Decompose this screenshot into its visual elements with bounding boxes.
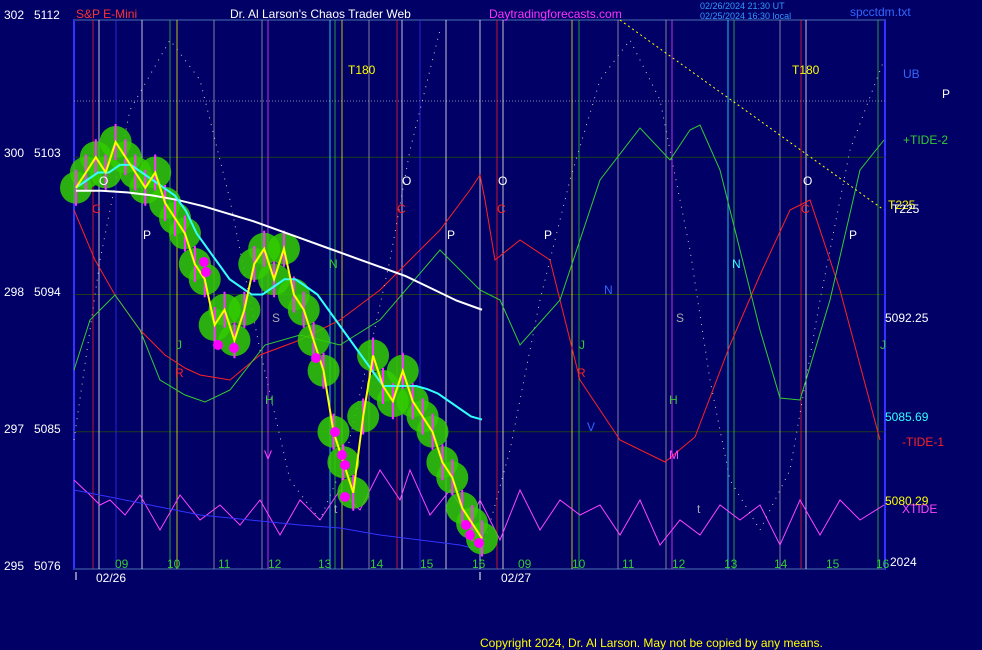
marker-o: O (803, 174, 812, 188)
top-left-scale: 302 (4, 8, 24, 22)
dotted-cycle-2 (479, 39, 885, 561)
hour-tick-label: 16 (472, 557, 486, 571)
marker-c: C (397, 202, 406, 216)
marker-t: t (334, 502, 338, 516)
hour-tick-label: 10 (167, 557, 181, 571)
p-label: P (942, 87, 950, 101)
signal-dot (340, 460, 350, 470)
site-label: Daytradingforecasts.com (489, 7, 622, 21)
marker-v: V (587, 420, 595, 434)
signal-dot (201, 267, 211, 277)
marker-o: O (498, 174, 507, 188)
signal-dot (465, 530, 475, 540)
signal-dot (474, 538, 484, 548)
signal-dot (213, 340, 223, 350)
top-left-price: 5112 (34, 8, 60, 22)
marker-c: C (92, 202, 101, 216)
marker-r: R (577, 366, 586, 380)
file-label: spcctdm.txt (850, 5, 911, 19)
scale-label: 300 (4, 146, 24, 160)
marker-n: N (329, 257, 338, 271)
price-line (75, 139, 483, 540)
price-label: 5094 (34, 285, 61, 299)
chart-title: Dr. Al Larson's Chaos Trader Web (230, 7, 411, 21)
t225-trend-line (619, 19, 885, 211)
hour-tick-label: 15 (420, 557, 434, 571)
marker-m: M (669, 448, 679, 462)
price-halo (60, 126, 498, 555)
marker-o: O (402, 174, 411, 188)
marker-j: J (579, 338, 585, 352)
scale-label: 298 (4, 285, 24, 299)
price-label: 5076 (34, 559, 61, 573)
hour-tick-label: 15 (826, 557, 840, 571)
marker-o: O (99, 174, 108, 188)
marker-r: R (175, 366, 184, 380)
price-label-1: 5092.25 (885, 311, 929, 325)
date-label: 02/26 (96, 571, 126, 585)
hour-tick-label: 10 (572, 557, 586, 571)
hour-tick-label: 11 (218, 557, 231, 571)
tide2-label: +TIDE-2 (903, 133, 948, 147)
signal-dot (199, 257, 209, 267)
scale-label: 297 (4, 422, 24, 436)
marker-p: P (447, 228, 455, 242)
price-label: 5085 (34, 422, 61, 436)
hour-tick-label: 16 (876, 557, 890, 571)
hour-tick-label: 12 (268, 557, 282, 571)
marker-s: S (272, 311, 280, 325)
signal-dot (311, 353, 321, 363)
marker-h: H (265, 393, 274, 407)
t180-label-2: T180 (792, 63, 820, 77)
marker-n: N (604, 283, 613, 297)
marker-h: H (669, 393, 678, 407)
chart-canvas: 302 5112 S&P E-Mini Dr. Al Larson's Chao… (4, 1, 950, 650)
timestamp-local: 02/25/2024 16:30 local (700, 11, 791, 21)
copyright: Copyright 2024, Dr. Al Larson. May not b… (480, 636, 823, 650)
hour-tick-label: 09 (115, 557, 129, 571)
hour-tick-label: 09 (518, 557, 532, 571)
right-labels: UB P +TIDE-2 T225 T225 5092.25 5085.69 -… (885, 67, 950, 569)
price-series (75, 139, 483, 540)
tide1-label: -TIDE-1 (902, 435, 944, 449)
marker-c: C (497, 202, 506, 216)
hour-tick-label: 11 (622, 557, 635, 571)
signal-dot (461, 520, 471, 530)
price-label-2: 5085.69 (885, 410, 929, 424)
hour-tick-label: 12 (672, 557, 686, 571)
signal-dot (337, 450, 347, 460)
hour-tick-label: 14 (370, 557, 384, 571)
marker-s: S (676, 311, 684, 325)
marker-p: P (849, 228, 857, 242)
t180-label: T180 (348, 63, 376, 77)
price-label: 5103 (34, 146, 61, 160)
symbol-label: S&P E-Mini (76, 7, 137, 21)
signal-dot (330, 427, 340, 437)
marker-p: P (544, 228, 552, 242)
hour-tick-label: 14 (774, 557, 788, 571)
marker-c: C (801, 202, 810, 216)
left-axis: 300 5103 298 5094 297 5085 295 5076 (4, 146, 61, 573)
timestamp-ut: 02/26/2024 21:30 UT (700, 1, 785, 11)
ub-label: UB (903, 67, 920, 81)
xtide-label: XTIDE (902, 502, 937, 516)
signal-dot (229, 343, 239, 353)
marker-j: J (880, 338, 886, 352)
signal-dot (340, 492, 350, 502)
date-label: 02/27 (501, 571, 531, 585)
marker-n: N (732, 257, 741, 271)
year-label: 2024 (890, 555, 917, 569)
hour-tick-label: 13 (318, 557, 332, 571)
marker-t: t (697, 502, 701, 516)
t225-label-2: T225 (892, 202, 920, 216)
blue-base-curve (73, 489, 481, 551)
marker-p: P (143, 228, 151, 242)
marker-v: V (264, 448, 272, 462)
hour-tick-label: 13 (724, 557, 738, 571)
marker-j: J (176, 338, 182, 352)
scale-label: 295 (4, 559, 24, 573)
